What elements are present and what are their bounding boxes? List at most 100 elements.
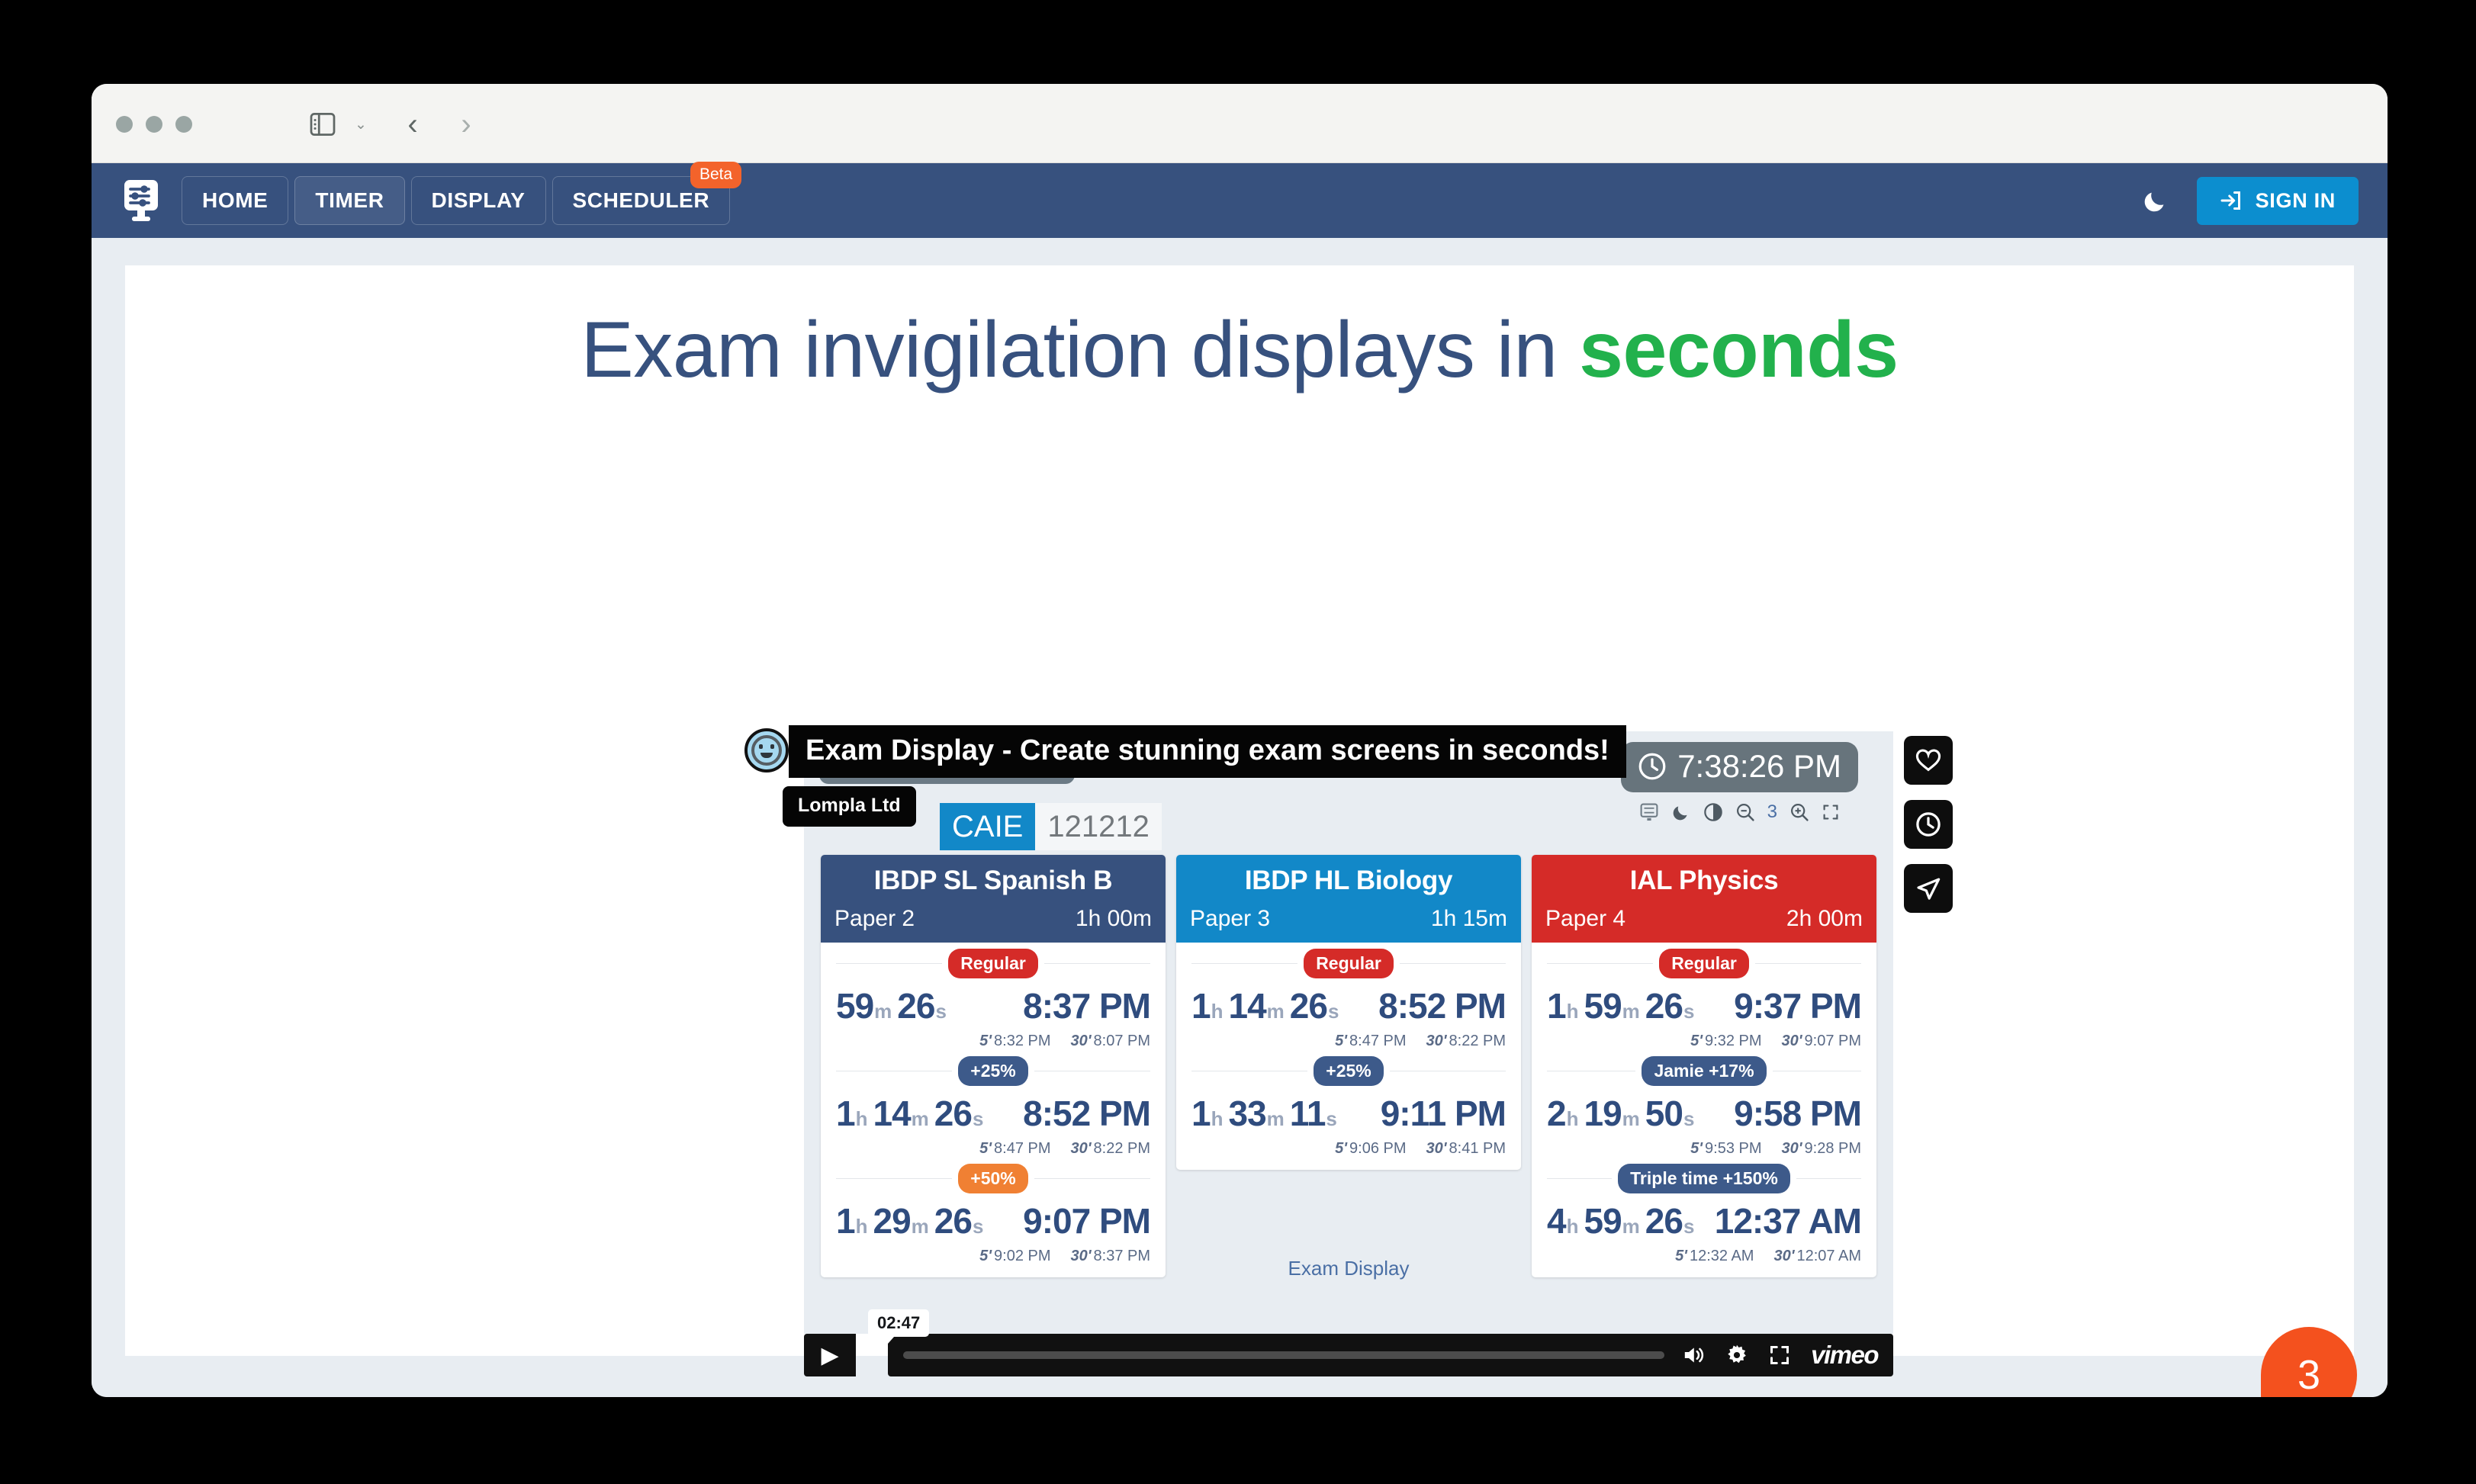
exam-row-pill: Regular — [1659, 948, 1749, 978]
exam-row-finish: 9:07 PM — [1023, 1201, 1151, 1241]
exam-row-warnings: 5' 9:06 PM 30' 8:41 PM — [1335, 1140, 1506, 1157]
exam-row-warnings: 5' 8:47 PM 30' 8:22 PM — [1335, 1033, 1506, 1049]
avatar — [744, 728, 789, 773]
video-player-icons[interactable]: vimeo — [1681, 1341, 1879, 1370]
warn-5: 9:53 PM — [1705, 1140, 1762, 1157]
vimeo-logo[interactable]: vimeo — [1811, 1341, 1879, 1370]
warn-5: 9:32 PM — [1705, 1033, 1762, 1049]
demo-zoom-level: 3 — [1767, 801, 1777, 822]
exam-row-remaining: 59m 26s — [836, 986, 947, 1026]
warn-30: 8:07 PM — [1093, 1033, 1150, 1049]
nav-item-display[interactable]: DISPLAY — [410, 176, 546, 225]
hero-title-accent: seconds — [1579, 306, 1899, 394]
demo-toolbar-icons[interactable]: 3 — [1639, 801, 1840, 823]
exam-card-paper: Paper 2 — [834, 906, 915, 931]
play-icon[interactable]: ▶ — [804, 1334, 856, 1376]
exam-row-pill: Triple time +150% — [1618, 1163, 1790, 1193]
exam-row-pill: Jamie +17% — [1642, 1055, 1767, 1086]
nav-item-label: DISPLAY — [431, 188, 526, 212]
promo-video[interactable]: Started at 7:37 PM CAIE 121212 7:38:26 P… — [744, 725, 1893, 1376]
exam-card-paper: Paper 4 — [1545, 906, 1626, 931]
exam-card-title: IBDP HL Biology — [1244, 866, 1453, 895]
back-button[interactable]: ‹ — [397, 108, 429, 141]
clock-icon[interactable] — [1904, 800, 1953, 849]
page-body: Exam invigilation displays in seconds St… — [92, 238, 2388, 1397]
exam-card-duration: 1h 15m — [1430, 906, 1507, 931]
warn-30: 9:07 PM — [1804, 1033, 1861, 1049]
beta-badge: Beta — [690, 162, 742, 188]
exam-row-finish: 9:11 PM — [1380, 1094, 1507, 1133]
warn-30: 8:22 PM — [1449, 1033, 1506, 1049]
video-title-tooltip: Exam Display - Create stunning exam scre… — [789, 725, 1626, 778]
video-frame: Started at 7:37 PM CAIE 121212 7:38:26 P… — [804, 731, 1893, 1334]
window-traffic-lights[interactable] — [116, 116, 192, 133]
heart-icon[interactable] — [1904, 736, 1953, 785]
exam-card-title: IAL Physics — [1629, 866, 1779, 895]
clock-icon — [1638, 753, 1666, 780]
hero-title-plain: Exam invigilation displays in — [580, 306, 1580, 394]
nav-item-scheduler[interactable]: SCHEDULER Beta — [551, 162, 742, 225]
warn-30: 8:22 PM — [1093, 1140, 1150, 1157]
exam-row-warnings: 5' 9:53 PM 30' 9:28 PM — [1690, 1140, 1861, 1157]
close-window-button[interactable] — [116, 116, 133, 133]
exam-card-body: Regular 1h 14m 26s 8:52 PM 5' 8:47 PM 30' 8:2… — [1176, 943, 1521, 1170]
fullscreen-icon — [1823, 805, 1838, 820]
exam-card-header: IBDP SL Spanish B Paper 2 1h 00m — [821, 855, 1166, 943]
nav-item-home[interactable]: HOME — [182, 176, 289, 225]
exam-card-title: IBDP SL Spanish B — [873, 866, 1113, 895]
minimize-window-button[interactable] — [146, 116, 162, 133]
exam-row-remaining: 1h 29m 26s — [836, 1201, 983, 1241]
warn-30: 9:28 PM — [1804, 1140, 1861, 1157]
exam-card: IBDP SL Spanish B Paper 2 1h 00m Regular… — [821, 855, 1166, 1277]
navbar-right: SIGN IN — [2140, 176, 2388, 225]
exam-card-paper: Paper 3 — [1190, 906, 1271, 931]
video-action-icons[interactable] — [1904, 736, 1953, 913]
nav-item-label: SCHEDULER — [572, 188, 710, 212]
warn-5: 8:47 PM — [994, 1140, 1051, 1157]
demo-code-pills: CAIE 121212 — [940, 803, 1162, 850]
avatar-face — [751, 735, 782, 766]
exam-row-finish: 8:37 PM — [1023, 986, 1151, 1026]
navbar-sign-in-button[interactable]: SIGN IN — [2196, 176, 2359, 225]
exam-card-duration: 1h 00m — [1075, 906, 1152, 931]
volume-icon[interactable] — [1681, 1343, 1706, 1367]
gear-icon[interactable] — [1725, 1344, 1748, 1367]
sign-in-icon — [2220, 191, 2240, 210]
exam-row-remaining: 1h 33m 11s — [1191, 1094, 1337, 1133]
site-navbar: HOME TIMER DISPLAY SCHEDULER Beta SIGN I… — [92, 162, 2388, 238]
exam-card-body: Regular 59m 26s 8:37 PM 5' 8:32 PM 30' 8:07 … — [821, 943, 1166, 1277]
moon-icon[interactable] — [2140, 185, 2171, 216]
exam-row-pill: Regular — [948, 948, 1038, 978]
exam-row-pill: Regular — [1304, 948, 1394, 978]
exam-row-pill: +50% — [958, 1163, 1028, 1193]
exam-row-remaining: 1h 14m 26s — [1191, 986, 1339, 1026]
exam-row-warnings: 5' 8:32 PM 30' 8:07 PM — [979, 1033, 1150, 1049]
exam-row-warnings: 5' 9:32 PM 30' 9:07 PM — [1690, 1033, 1861, 1049]
nav-links: HOME TIMER DISPLAY SCHEDULER Beta — [182, 162, 742, 225]
contrast-icon — [1703, 803, 1722, 821]
chevron-down-icon[interactable]: ⌄ — [349, 108, 372, 140]
demo-clock: 7:38:26 PM — [1621, 742, 1858, 792]
maximize-window-button[interactable] — [175, 116, 192, 133]
warn-5: 8:32 PM — [994, 1033, 1051, 1049]
exam-card-header: IBDP HL Biology Paper 3 1h 15m — [1176, 855, 1521, 943]
sidebar-toggle-icon[interactable] — [305, 108, 340, 140]
warn-5: 9:06 PM — [1349, 1140, 1407, 1157]
browser-toolbar: ⌄ ‹ › examdisplay.com ↻ + — [92, 84, 2388, 230]
video-progress-bar[interactable]: 02:47 vimeo — [868, 1309, 1893, 1376]
exam-row-warnings: 5' 8:47 PM 30' 8:22 PM — [979, 1140, 1150, 1157]
exam-cards-grid: IBDP SL Spanish B Paper 2 1h 00m Regular… — [821, 855, 1876, 1277]
demo-code-number: 121212 — [1035, 803, 1162, 850]
page-content-card: Exam invigilation displays in seconds St… — [125, 265, 2357, 1397]
exam-row-finish: 8:52 PM — [1023, 1094, 1151, 1133]
nav-item-timer[interactable]: TIMER — [294, 176, 405, 225]
send-icon[interactable] — [1904, 864, 1953, 913]
forward-button[interactable]: › — [450, 108, 482, 141]
video-progress-track[interactable] — [903, 1351, 1665, 1359]
video-player-controls[interactable]: ▶ 02:47 vimeo — [804, 1309, 1893, 1376]
exam-row-finish: 9:37 PM — [1734, 986, 1862, 1026]
display-settings-icon[interactable] — [117, 177, 165, 224]
exam-card-duration: 2h 00m — [1786, 906, 1863, 931]
nav-item-label: HOME — [202, 188, 269, 212]
fullscreen-icon[interactable] — [1768, 1344, 1791, 1367]
